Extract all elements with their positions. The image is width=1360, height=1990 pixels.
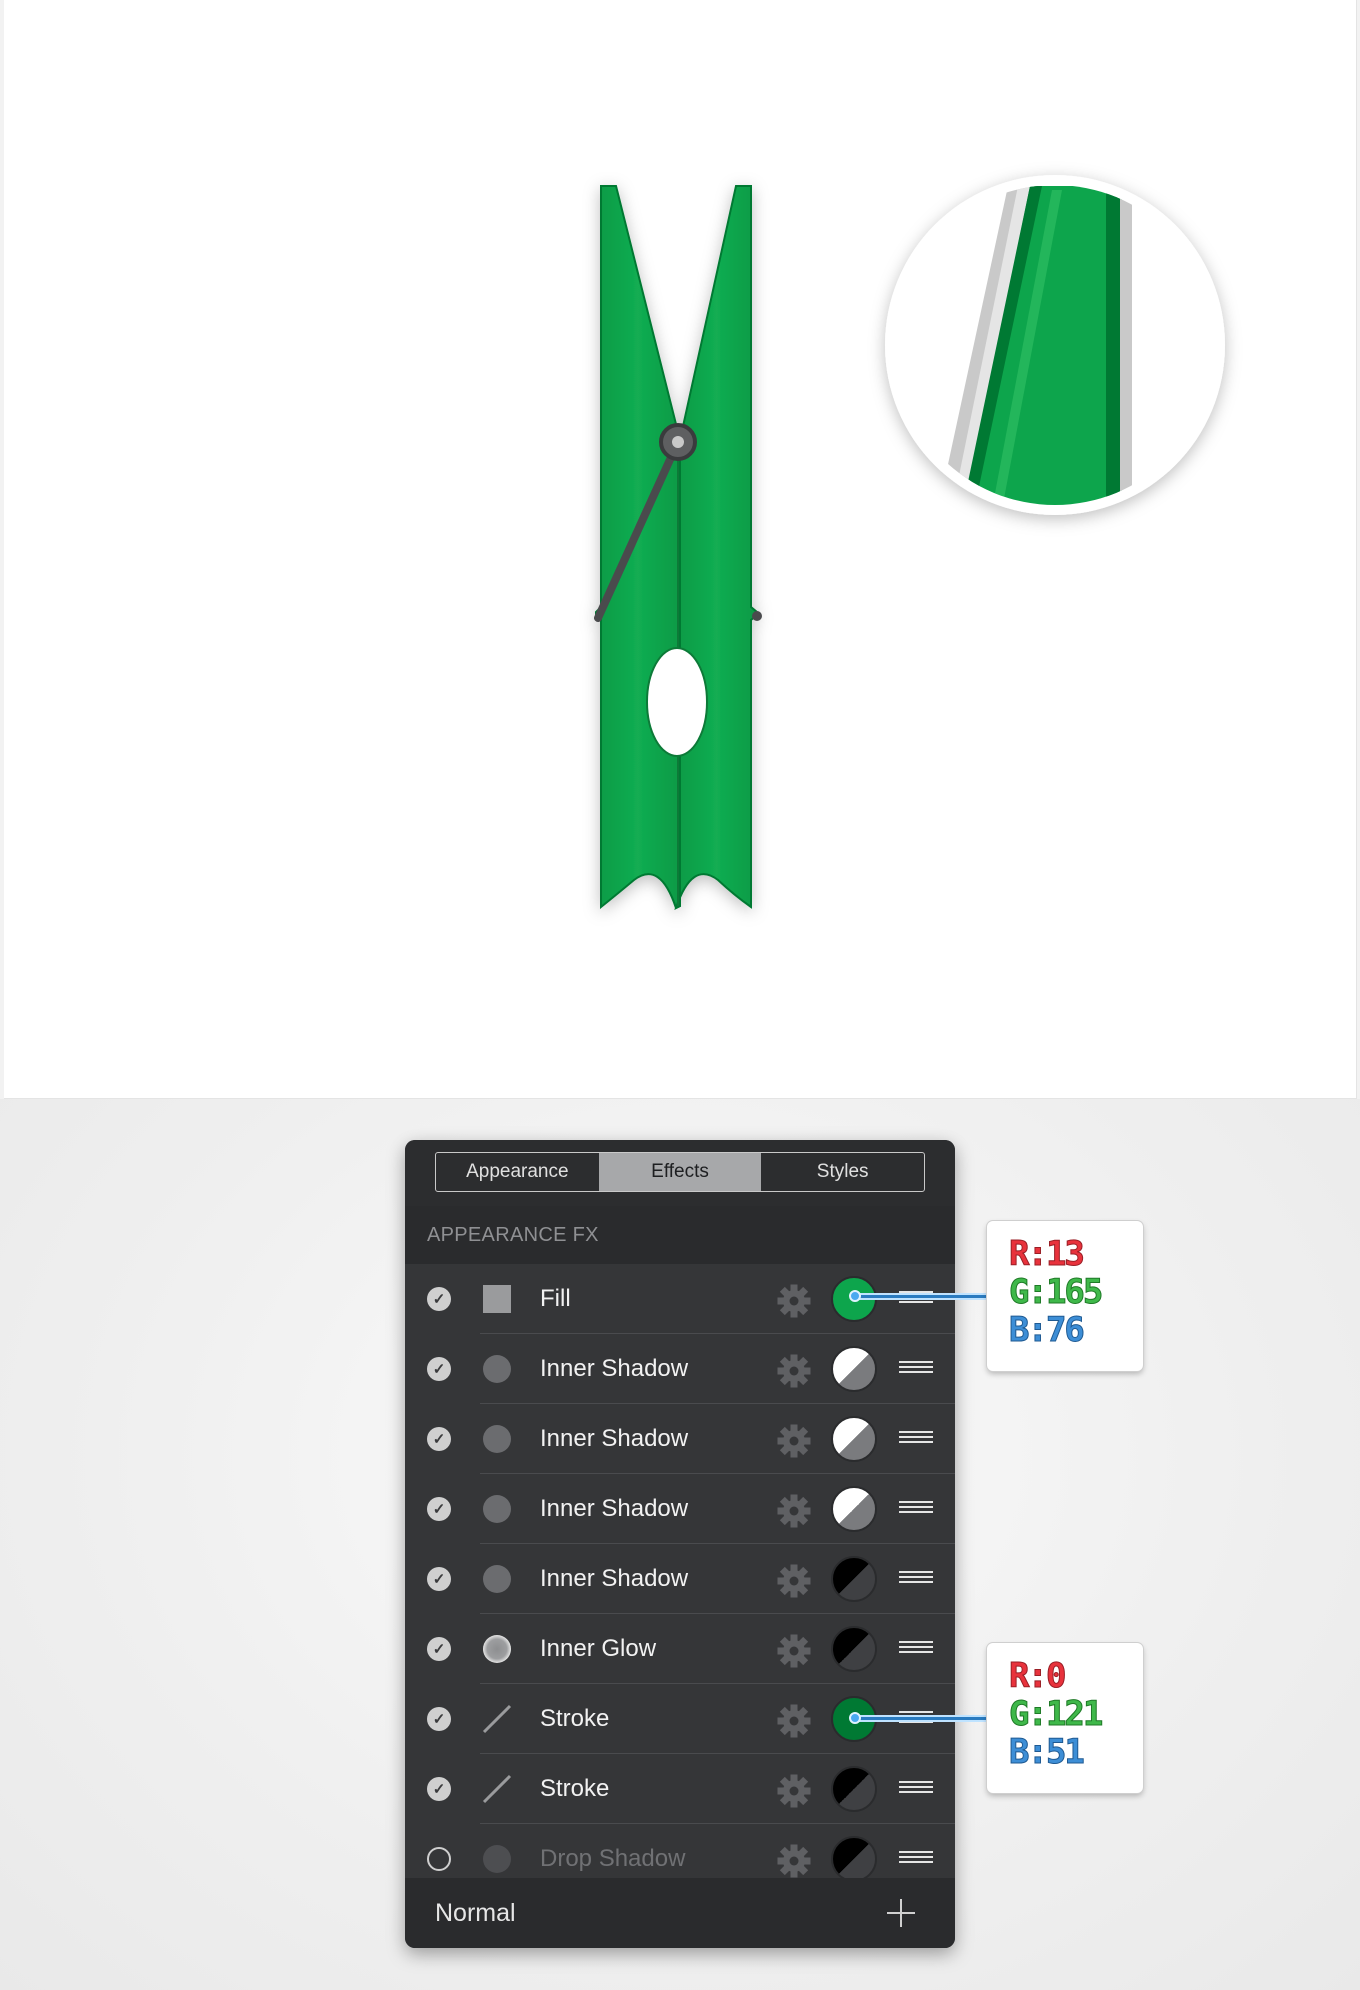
- gear-icon[interactable]: [777, 1844, 811, 1878]
- effect-row[interactable]: ✓ Inner Shadow: [405, 1474, 955, 1544]
- section-title: APPEARANCE FX: [427, 1224, 599, 1246]
- callout-green-value: G:165: [1009, 1272, 1104, 1312]
- tab-bar: Appearance Effects Styles: [405, 1140, 955, 1206]
- circle-icon: [483, 1425, 511, 1453]
- clothespin: [595, 185, 758, 910]
- visibility-checkbox[interactable]: ✓: [427, 1777, 451, 1801]
- effect-label: Inner Glow: [540, 1635, 657, 1662]
- effect-row[interactable]: ✓ Inner Shadow: [405, 1544, 955, 1614]
- callout-blue-value: B:76: [1009, 1310, 1086, 1350]
- callout-blue-value: B:51: [1009, 1732, 1086, 1772]
- visibility-checkbox[interactable]: ✓: [427, 1357, 451, 1381]
- line-icon: [482, 1704, 512, 1734]
- circle-icon: [483, 1565, 511, 1593]
- callout-anchor: [849, 1712, 861, 1724]
- drag-handle[interactable]: [899, 1431, 933, 1447]
- drag-handle[interactable]: [899, 1571, 933, 1587]
- effect-label: Inner Shadow: [540, 1565, 689, 1592]
- effect-label: Inner Shadow: [540, 1495, 689, 1522]
- circle-icon: [483, 1845, 511, 1873]
- callout-connector: [855, 1293, 987, 1300]
- effect-label: Inner Shadow: [540, 1355, 689, 1382]
- gear-icon[interactable]: [777, 1424, 811, 1458]
- clothespin-hole: [646, 647, 708, 757]
- gear-icon[interactable]: [777, 1354, 811, 1388]
- tab-group: Appearance Effects Styles: [435, 1152, 925, 1192]
- visibility-checkbox[interactable]: ✓: [427, 1427, 451, 1451]
- gear-icon[interactable]: [777, 1774, 811, 1808]
- effects-list: ✓ Fill ✓ Inner Shadow ✓ Inner Shadow ✓ Inner Sh…: [405, 1264, 955, 1878]
- drag-handle[interactable]: [899, 1781, 933, 1797]
- visibility-checkbox[interactable]: ✓: [427, 1287, 451, 1311]
- callout-green-value: G:121: [1009, 1694, 1104, 1734]
- effect-row[interactable]: ✓ Inner Shadow: [405, 1404, 955, 1474]
- drag-handle[interactable]: [899, 1361, 933, 1377]
- line-icon: [482, 1774, 512, 1804]
- gear-icon[interactable]: [777, 1704, 811, 1738]
- color-swatch[interactable]: [831, 1486, 877, 1532]
- color-swatch[interactable]: [831, 1416, 877, 1462]
- visibility-checkbox[interactable]: [427, 1847, 451, 1871]
- effect-label: Fill: [540, 1285, 571, 1312]
- circle-icon: [483, 1355, 511, 1383]
- callout-red-value: R:0: [1009, 1656, 1067, 1696]
- effect-label: Drop Shadow: [540, 1845, 686, 1872]
- effect-label: Stroke: [540, 1775, 610, 1802]
- drag-handle[interactable]: [899, 1641, 933, 1657]
- color-swatch[interactable]: [831, 1766, 877, 1812]
- callout-red-value: R:13: [1009, 1234, 1086, 1274]
- effect-row[interactable]: ✓ Inner Glow: [405, 1614, 955, 1684]
- plus-icon[interactable]: [885, 1897, 917, 1929]
- gear-icon[interactable]: [777, 1284, 811, 1318]
- tab-effects[interactable]: Effects: [598, 1153, 762, 1191]
- drag-handle[interactable]: [899, 1851, 933, 1867]
- effect-row[interactable]: ✓ Inner Shadow: [405, 1334, 955, 1404]
- tab-appearance[interactable]: Appearance: [436, 1153, 599, 1191]
- visibility-checkbox[interactable]: ✓: [427, 1707, 451, 1731]
- visibility-checkbox[interactable]: ✓: [427, 1497, 451, 1521]
- callout-connector: [855, 1715, 987, 1722]
- stroke-color-callout: R:0 G:121 B:51: [987, 1643, 1143, 1793]
- tab-styles[interactable]: Styles: [761, 1153, 924, 1191]
- appearance-panel: Appearance Effects Styles APPEARANCE FX …: [405, 1140, 955, 1948]
- blend-mode-select[interactable]: Normal: [435, 1878, 516, 1948]
- visibility-checkbox[interactable]: ✓: [427, 1567, 451, 1591]
- color-swatch[interactable]: [831, 1836, 877, 1878]
- color-swatch[interactable]: [831, 1346, 877, 1392]
- panel-footer: Normal: [405, 1878, 955, 1948]
- effect-row[interactable]: ✓ Stroke: [405, 1754, 955, 1824]
- square-icon: [483, 1285, 511, 1313]
- effect-row[interactable]: Drop Shadow: [405, 1824, 955, 1878]
- drag-handle[interactable]: [899, 1501, 933, 1517]
- gear-icon[interactable]: [777, 1564, 811, 1598]
- zoom-magnifier: [885, 175, 1225, 515]
- section-header: APPEARANCE FX: [405, 1206, 955, 1264]
- clothespin-left-arm: [595, 185, 681, 910]
- fill-color-callout: R:13 G:165 B:76: [987, 1221, 1143, 1371]
- circle-icon: [483, 1495, 511, 1523]
- gear-icon[interactable]: [777, 1634, 811, 1668]
- callout-anchor: [849, 1290, 861, 1302]
- glow-icon: [483, 1635, 511, 1663]
- color-swatch[interactable]: [831, 1556, 877, 1602]
- color-swatch[interactable]: [831, 1626, 877, 1672]
- effect-label: Inner Shadow: [540, 1425, 689, 1452]
- clothespin-illustration: [594, 175, 1225, 910]
- clothespin-right-arm: [674, 185, 758, 910]
- effect-label: Stroke: [540, 1705, 610, 1732]
- gear-icon[interactable]: [777, 1494, 811, 1528]
- visibility-checkbox[interactable]: ✓: [427, 1637, 451, 1661]
